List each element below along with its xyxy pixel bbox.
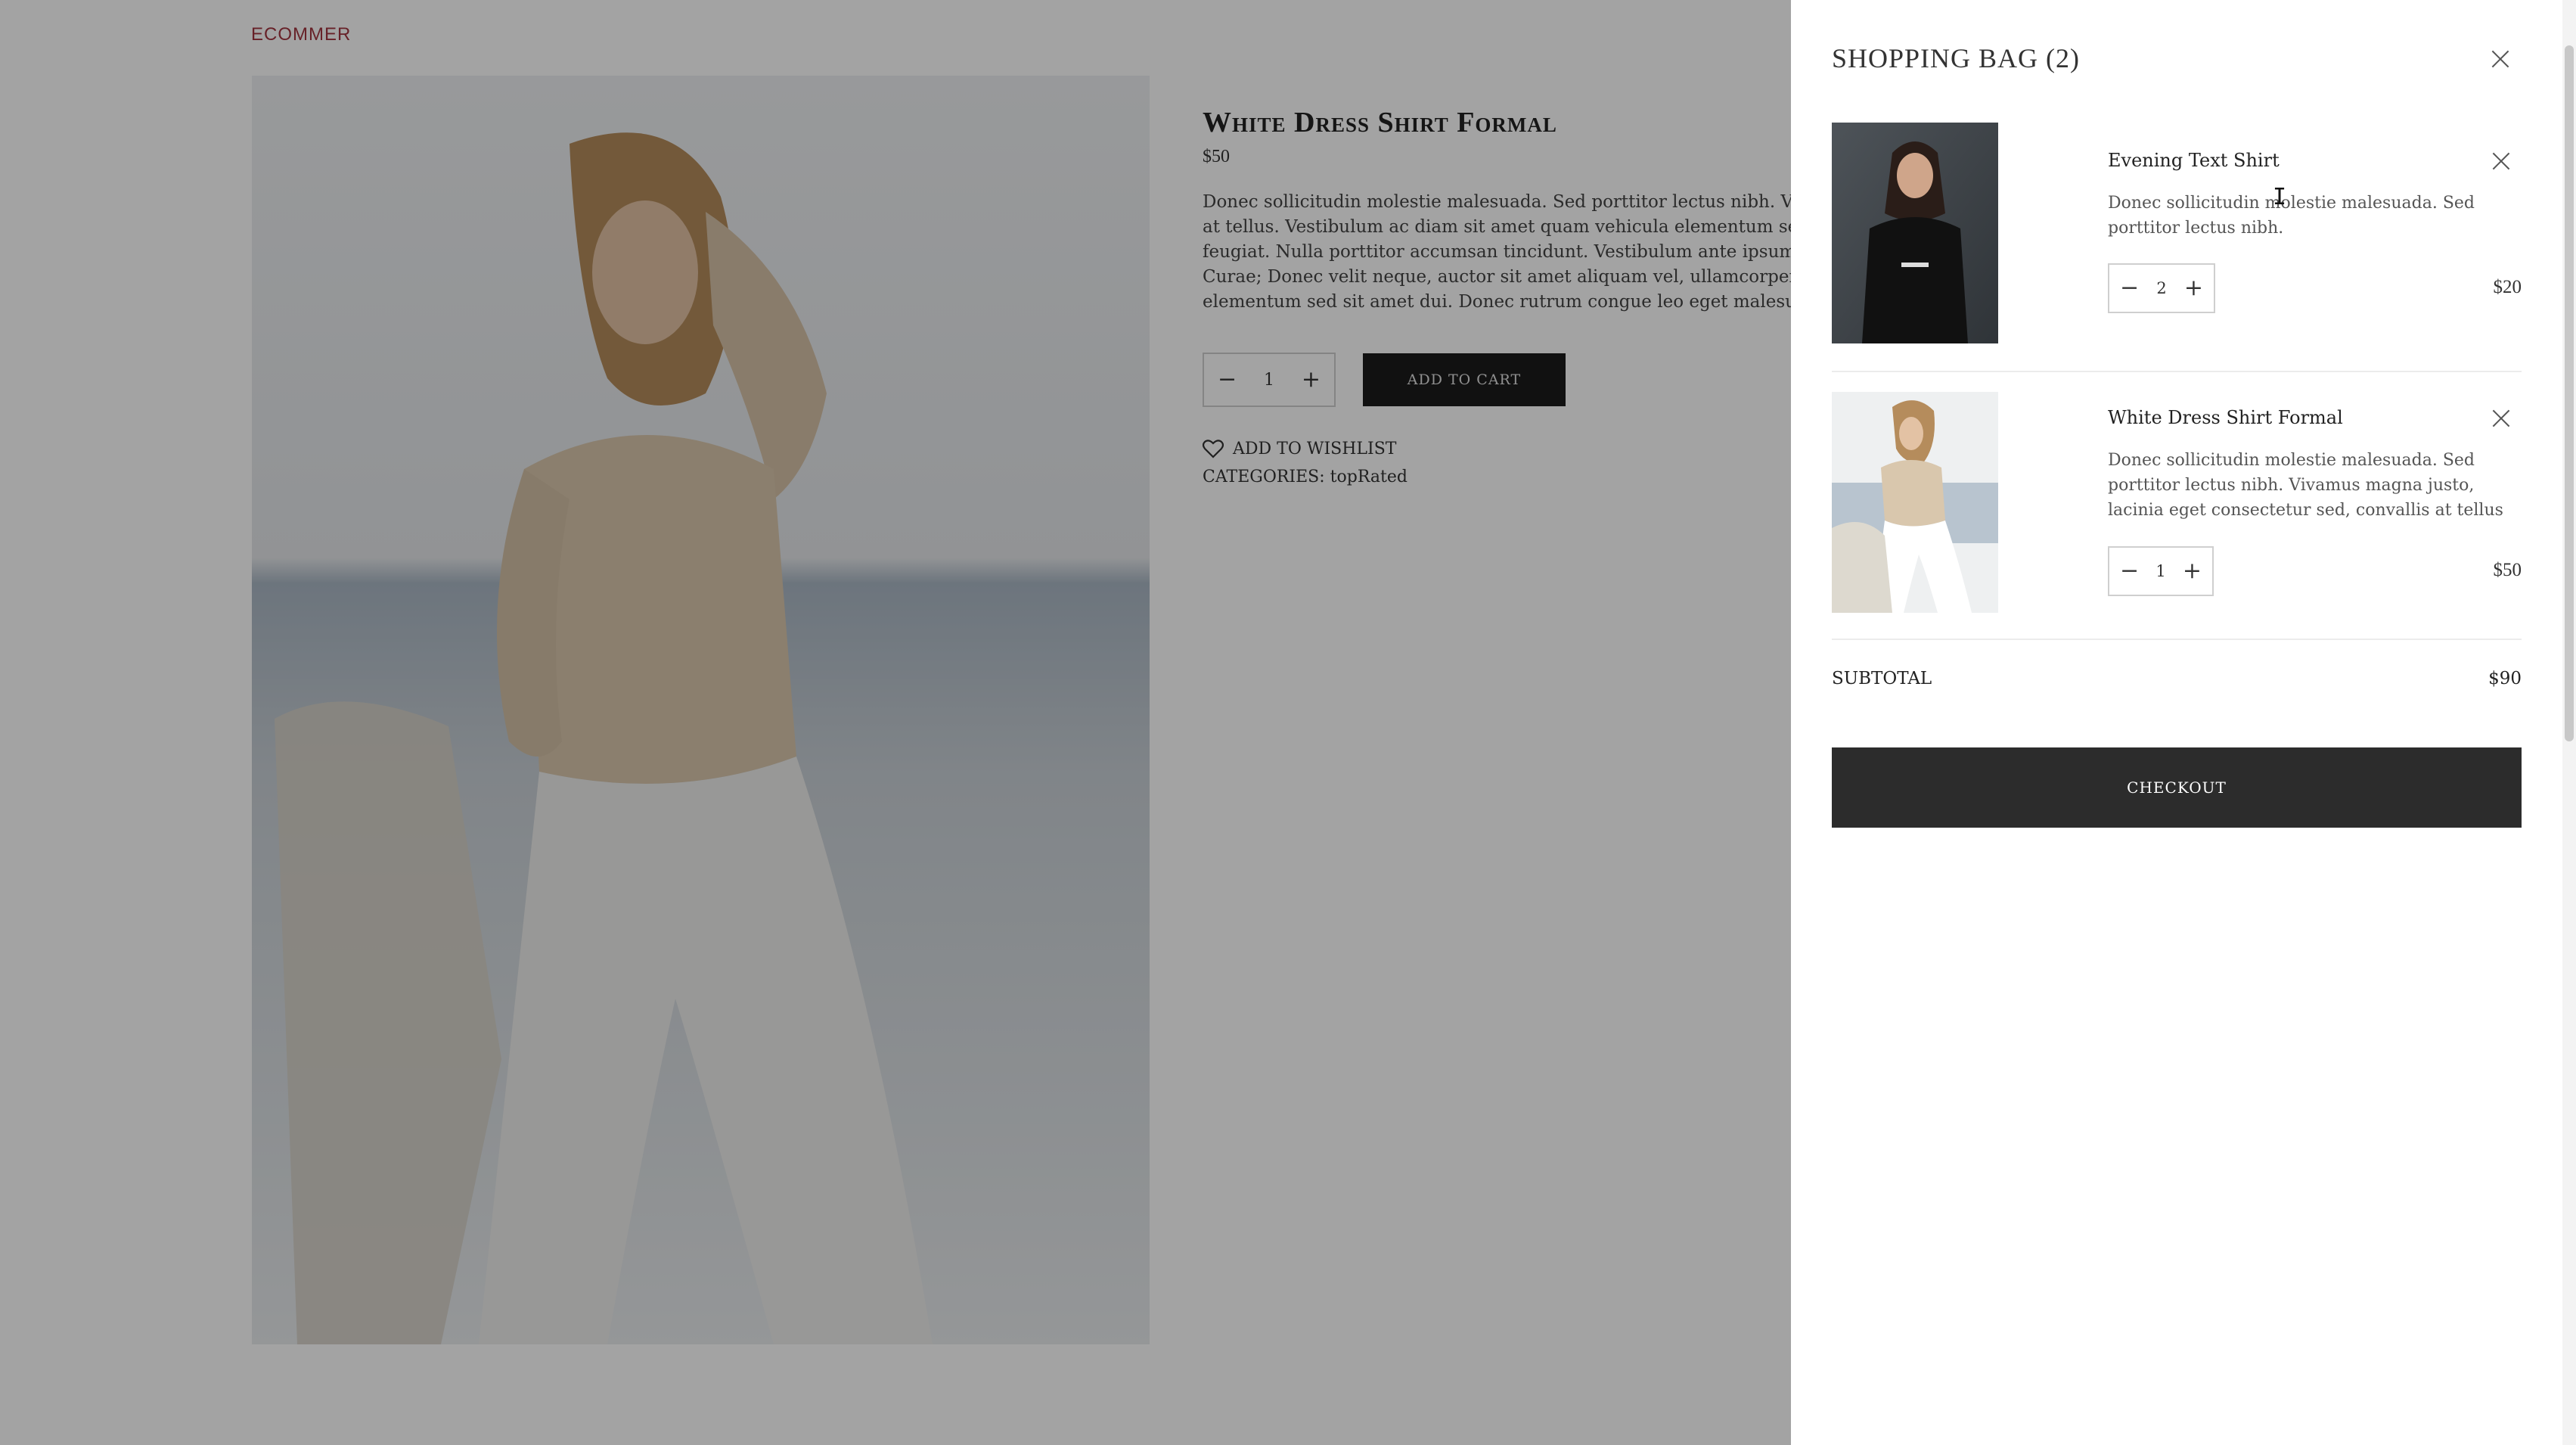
drawer-scrollbar[interactable] bbox=[2562, 0, 2576, 1445]
product-price: $50 bbox=[1203, 147, 1230, 166]
description-line: at tellus. Vestibulum ac diam sit amet q… bbox=[1203, 217, 1791, 237]
quantity-value[interactable]: 2 bbox=[2156, 279, 2166, 297]
model-photo-illustration bbox=[275, 132, 933, 1344]
description-line: feugiat. Nulla porttitor accumsan tincid… bbox=[1203, 242, 1791, 262]
scrollbar-thumb[interactable] bbox=[2565, 45, 2574, 741]
bag-item: White Dress Shirt Formal Donec sollicitu… bbox=[1832, 392, 2522, 613]
add-to-wishlist-link[interactable]: ADD TO WISHLIST bbox=[1203, 439, 1791, 458]
add-to-cart-button[interactable]: ADD TO CART bbox=[1363, 353, 1566, 406]
description-line: Curae; Donec velit neque, auctor sit ame… bbox=[1203, 267, 1791, 287]
quantity-value[interactable]: 1 bbox=[1264, 371, 1274, 390]
item-thumbnail[interactable] bbox=[1832, 392, 1998, 613]
minus-icon[interactable]: − bbox=[2120, 560, 2139, 583]
minus-icon[interactable]: − bbox=[2120, 277, 2139, 300]
heart-icon bbox=[1203, 440, 1224, 458]
checkout-button[interactable]: CHECKOUT bbox=[1832, 747, 2522, 828]
product-description: Donec sollicitudin molestie malesuada. S… bbox=[1203, 190, 1791, 315]
product-actions: − 1 + ADD TO CART bbox=[1203, 353, 1791, 407]
subtotal-label: SUBTOTAL bbox=[1832, 669, 1932, 688]
description-line: elementum sed sit amet dui. Donec rutrum… bbox=[1203, 292, 1791, 312]
item-quantity-stepper: − 2 + bbox=[2108, 263, 2215, 313]
subtotal-row: SUBTOTAL $90 bbox=[1832, 669, 2522, 688]
item-quantity-stepper: − 1 + bbox=[2108, 546, 2214, 596]
bag-item: Evening Text Shirt Donec sollicitudin mo… bbox=[1832, 123, 2522, 343]
description-line: Donec sollicitudin molestie malesuada. S… bbox=[1203, 192, 1791, 212]
black-tshirt-photo bbox=[1832, 123, 1998, 343]
product-info: White Dress Shirt Formal $50 Donec solli… bbox=[1203, 106, 1791, 486]
minus-icon[interactable]: − bbox=[1218, 368, 1237, 391]
shopping-bag-drawer: SHOPPING BAG (2) Evening Text Shirt Done… bbox=[1791, 0, 2576, 1445]
remove-item-icon[interactable] bbox=[2491, 409, 2508, 425]
product-image bbox=[252, 76, 1150, 1344]
brand-logo[interactable]: ECOMMER bbox=[251, 24, 351, 45]
item-price: $20 bbox=[2493, 277, 2522, 297]
plus-icon[interactable]: + bbox=[2183, 560, 2202, 583]
white-shirt-photo bbox=[1832, 392, 1998, 613]
quantity-value[interactable]: 1 bbox=[2155, 562, 2165, 580]
plus-icon[interactable]: + bbox=[2184, 277, 2203, 300]
item-description: Donec sollicitudin molestie malesuada. S… bbox=[2108, 194, 2475, 238]
wishlist-label: ADD TO WISHLIST bbox=[1233, 439, 1397, 458]
item-name[interactable]: White Dress Shirt Formal bbox=[2108, 407, 2343, 428]
remove-item-icon[interactable] bbox=[2491, 151, 2508, 168]
product-title: White Dress Shirt Formal bbox=[1203, 107, 1557, 138]
product-categories: CATEGORIES: topRated bbox=[1203, 468, 1407, 486]
plus-icon[interactable]: + bbox=[1302, 368, 1321, 391]
text-cursor-icon: I bbox=[2273, 186, 2286, 209]
item-description: Donec sollicitudin molestie malesuada. S… bbox=[2108, 451, 2503, 520]
close-drawer-icon[interactable] bbox=[2491, 49, 2510, 69]
product-quantity-stepper: − 1 + bbox=[1203, 353, 1336, 407]
item-price: $50 bbox=[2493, 560, 2522, 580]
product-page: ECOMMER White Dress Shirt Formal $50 Don… bbox=[0, 0, 1791, 1445]
bag-title: SHOPPING BAG (2) bbox=[1832, 43, 2081, 73]
item-divider bbox=[1832, 639, 2522, 640]
item-thumbnail[interactable] bbox=[1832, 123, 1998, 343]
item-divider bbox=[1832, 371, 2522, 372]
subtotal-value: $90 bbox=[2488, 669, 2522, 688]
item-name[interactable]: Evening Text Shirt bbox=[2108, 150, 2280, 171]
